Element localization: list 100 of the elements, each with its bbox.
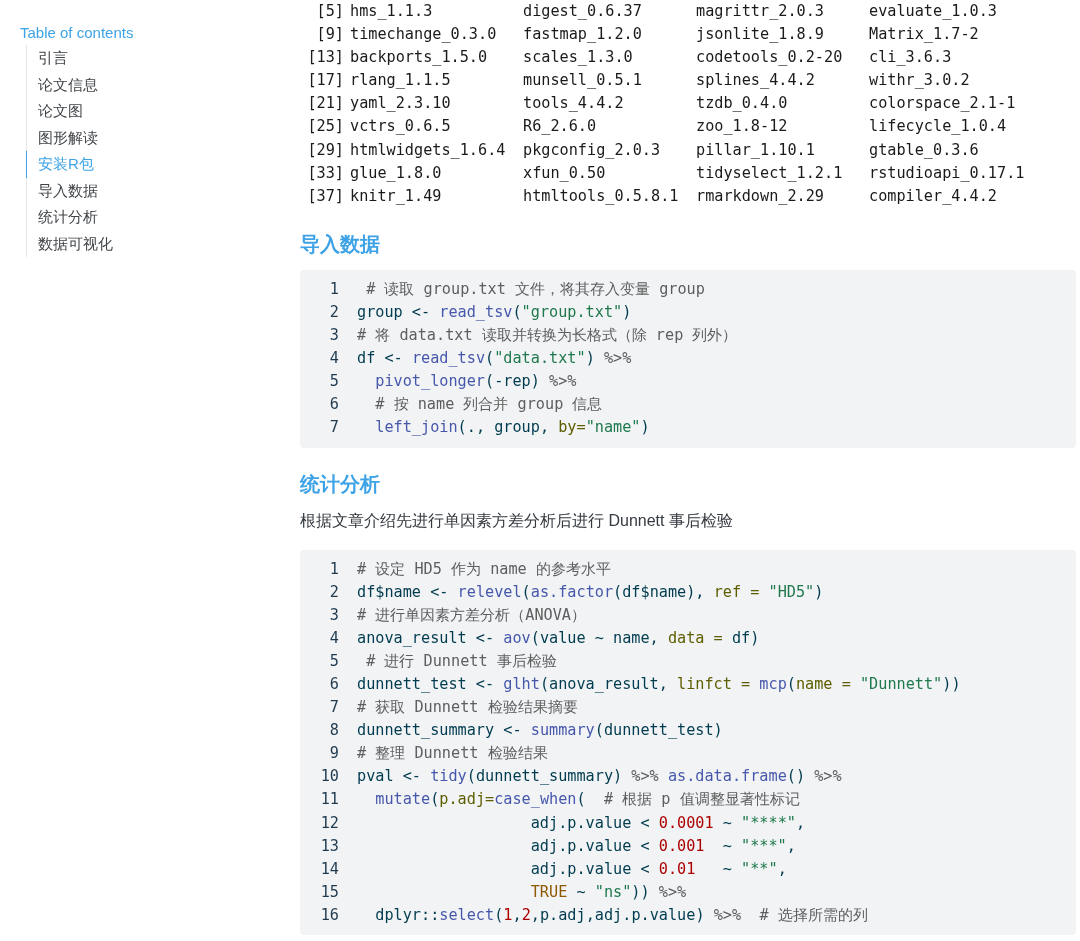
line-number: 5 (328, 650, 339, 672)
line-number: 9 (328, 743, 339, 765)
package-version: R6_2.6.0 (523, 116, 598, 138)
package-version: colorspace_2.1-1 (869, 93, 1017, 115)
code-line: group <- read_tsv("group.txt") (357, 301, 633, 323)
package-version: yaml_2.3.10 (350, 93, 452, 115)
package-version: rmarkdown_2.29 (696, 185, 825, 207)
toc-link[interactable]: 数据可视化 (26, 230, 300, 257)
package-version: timechange_0.3.0 (350, 24, 498, 46)
package-version: backports_1.5.0 (350, 47, 489, 69)
package-version: pillar_1.10.1 (696, 139, 816, 161)
package-version: munsell_0.5.1 (523, 70, 643, 92)
line-number: 15 (319, 881, 339, 903)
code-line: pivot_longer(-rep) %>% (374, 371, 578, 393)
toc-link[interactable]: 论文图 (26, 98, 300, 125)
package-version: magrittr_2.0.3 (696, 1, 825, 22)
line-number: 13 (319, 835, 339, 857)
line-number: 16 (319, 904, 339, 926)
package-version: evaluate_1.0.3 (869, 1, 998, 22)
code-line: dunnett_test <- glht(anova_result, linfct = mcp(name = "Dunnett")) (357, 673, 962, 695)
line-number: 10 (319, 766, 339, 788)
line-number: 3 (328, 604, 339, 626)
toc-link[interactable]: 引言 (26, 45, 300, 72)
package-version: digest_0.6.37 (523, 1, 643, 22)
line-number: 6 (328, 394, 339, 416)
code-line: pval <- tidy(dunnett_summary) %>% as.data.frame() %>% (357, 766, 843, 788)
line-number: 14 (319, 858, 339, 880)
toc-link[interactable]: 统计分析 (26, 204, 300, 231)
package-version: rstudioapi_0.17.1 (869, 162, 1026, 184)
code-line: # 设定 HD5 作为 name 的参考水平 (357, 558, 612, 580)
code-line: dplyr::select(1,2,p.adj,adj.p.value) %>% # 选择所需的列 (374, 904, 869, 926)
package-version: scales_1.3.0 (523, 47, 634, 69)
code-line: dunnett_summary <- summary(dunnett_test) (357, 720, 724, 742)
toc-link[interactable]: 图形解读 (26, 124, 300, 151)
section-heading: 导入数据 (300, 231, 381, 257)
code-line: # 获取 Dunnett 检验结果摘要 (357, 697, 579, 719)
package-version: fastmap_1.2.0 (523, 24, 643, 46)
code-line: # 读取 group.txt 文件，将其存入变量 group (365, 278, 706, 300)
code-line: adj.p.value < 0.01 ~ "**", (529, 858, 788, 880)
line-number: 5 (328, 371, 339, 393)
package-version: tools_4.4.2 (523, 93, 625, 115)
line-number: 2 (328, 581, 339, 603)
toc-link[interactable]: 导入数据 (26, 177, 300, 204)
code-line: adj.p.value < 0.0001 ~ "****", (529, 812, 807, 834)
code-line: TRUE ~ "ns")) %>% (529, 881, 688, 903)
package-version: tzdb_0.4.0 (696, 93, 789, 115)
code-line: df <- read_tsv("data.txt") %>% (357, 348, 633, 370)
line-number: 7 (328, 417, 339, 439)
line-number: 2 (328, 301, 339, 323)
output-index: [33] (306, 162, 344, 184)
line-number: 6 (328, 673, 339, 695)
package-version: hms_1.1.3 (350, 1, 434, 22)
package-version: splines_4.4.2 (696, 70, 816, 92)
code-line: # 整理 Dunnett 检验结果 (357, 743, 549, 765)
output-index: [17] (306, 70, 344, 92)
package-version: xfun_0.50 (523, 162, 607, 184)
line-number: 4 (328, 627, 339, 649)
code-line: mutate(p.adj=case_when( # 根据 p 值调整显著性标记 (374, 789, 801, 811)
package-version: codetools_0.2-20 (696, 47, 844, 69)
section-heading: 统计分析 (300, 471, 381, 497)
line-number: 11 (319, 789, 339, 811)
package-version: withr_3.0.2 (869, 70, 971, 92)
line-number: 8 (328, 720, 339, 742)
toc-title: Table of contents (20, 24, 135, 41)
line-number: 1 (328, 558, 339, 580)
package-version: gtable_0.3.6 (869, 139, 980, 161)
code-line: # 进行单因素方差分析（ANOVA） (357, 604, 587, 626)
package-version: htmltools_0.5.8.1 (523, 185, 680, 207)
paragraph: 根据文章介绍先进行单因素方差分析后进行 Dunnett 事后检验 (300, 510, 734, 531)
code-line: # 按 name 列合并 group 信息 (374, 394, 604, 416)
output-index: [9] (315, 24, 344, 46)
output-index: [21] (306, 93, 344, 115)
line-number: 7 (328, 697, 339, 719)
code-line: # 进行 Dunnett 事后检验 (365, 650, 558, 672)
package-version: jsonlite_1.8.9 (696, 24, 825, 46)
line-number: 12 (319, 812, 339, 834)
code-line: anova_result <- aov(value ~ name, data = df) (357, 627, 761, 649)
package-version: vctrs_0.6.5 (350, 116, 452, 138)
package-version: Matrix_1.7-2 (869, 24, 980, 46)
package-version: htmlwidgets_1.6.4 (350, 139, 507, 161)
code-line: adj.p.value < 0.001 ~ "***", (529, 835, 797, 857)
output-index: [25] (306, 116, 344, 138)
output-index: [5] (315, 1, 344, 22)
code-line: left_join(., group, by="name") (374, 417, 651, 439)
code-line: df$name <- relevel(as.factor(df$name), ref = "HD5") (357, 581, 825, 603)
line-number: 3 (328, 325, 339, 347)
line-number: 1 (328, 278, 339, 300)
line-number: 4 (328, 348, 339, 370)
output-index: [37] (306, 185, 344, 207)
package-version: zoo_1.8-12 (696, 116, 789, 138)
output-index: [29] (306, 139, 344, 161)
package-version: glue_1.8.0 (350, 162, 443, 184)
package-version: compiler_4.4.2 (869, 185, 998, 207)
package-version: knitr_1.49 (350, 185, 443, 207)
output-index: [13] (306, 47, 344, 69)
code-line: # 将 data.txt 读取并转换为长格式（除 rep 列外） (357, 325, 739, 347)
toc-link[interactable]: 论文信息 (26, 71, 300, 98)
package-version: rlang_1.1.5 (350, 70, 452, 92)
package-version: pkgconfig_2.0.3 (523, 139, 662, 161)
package-version: lifecycle_1.0.4 (869, 116, 1008, 138)
